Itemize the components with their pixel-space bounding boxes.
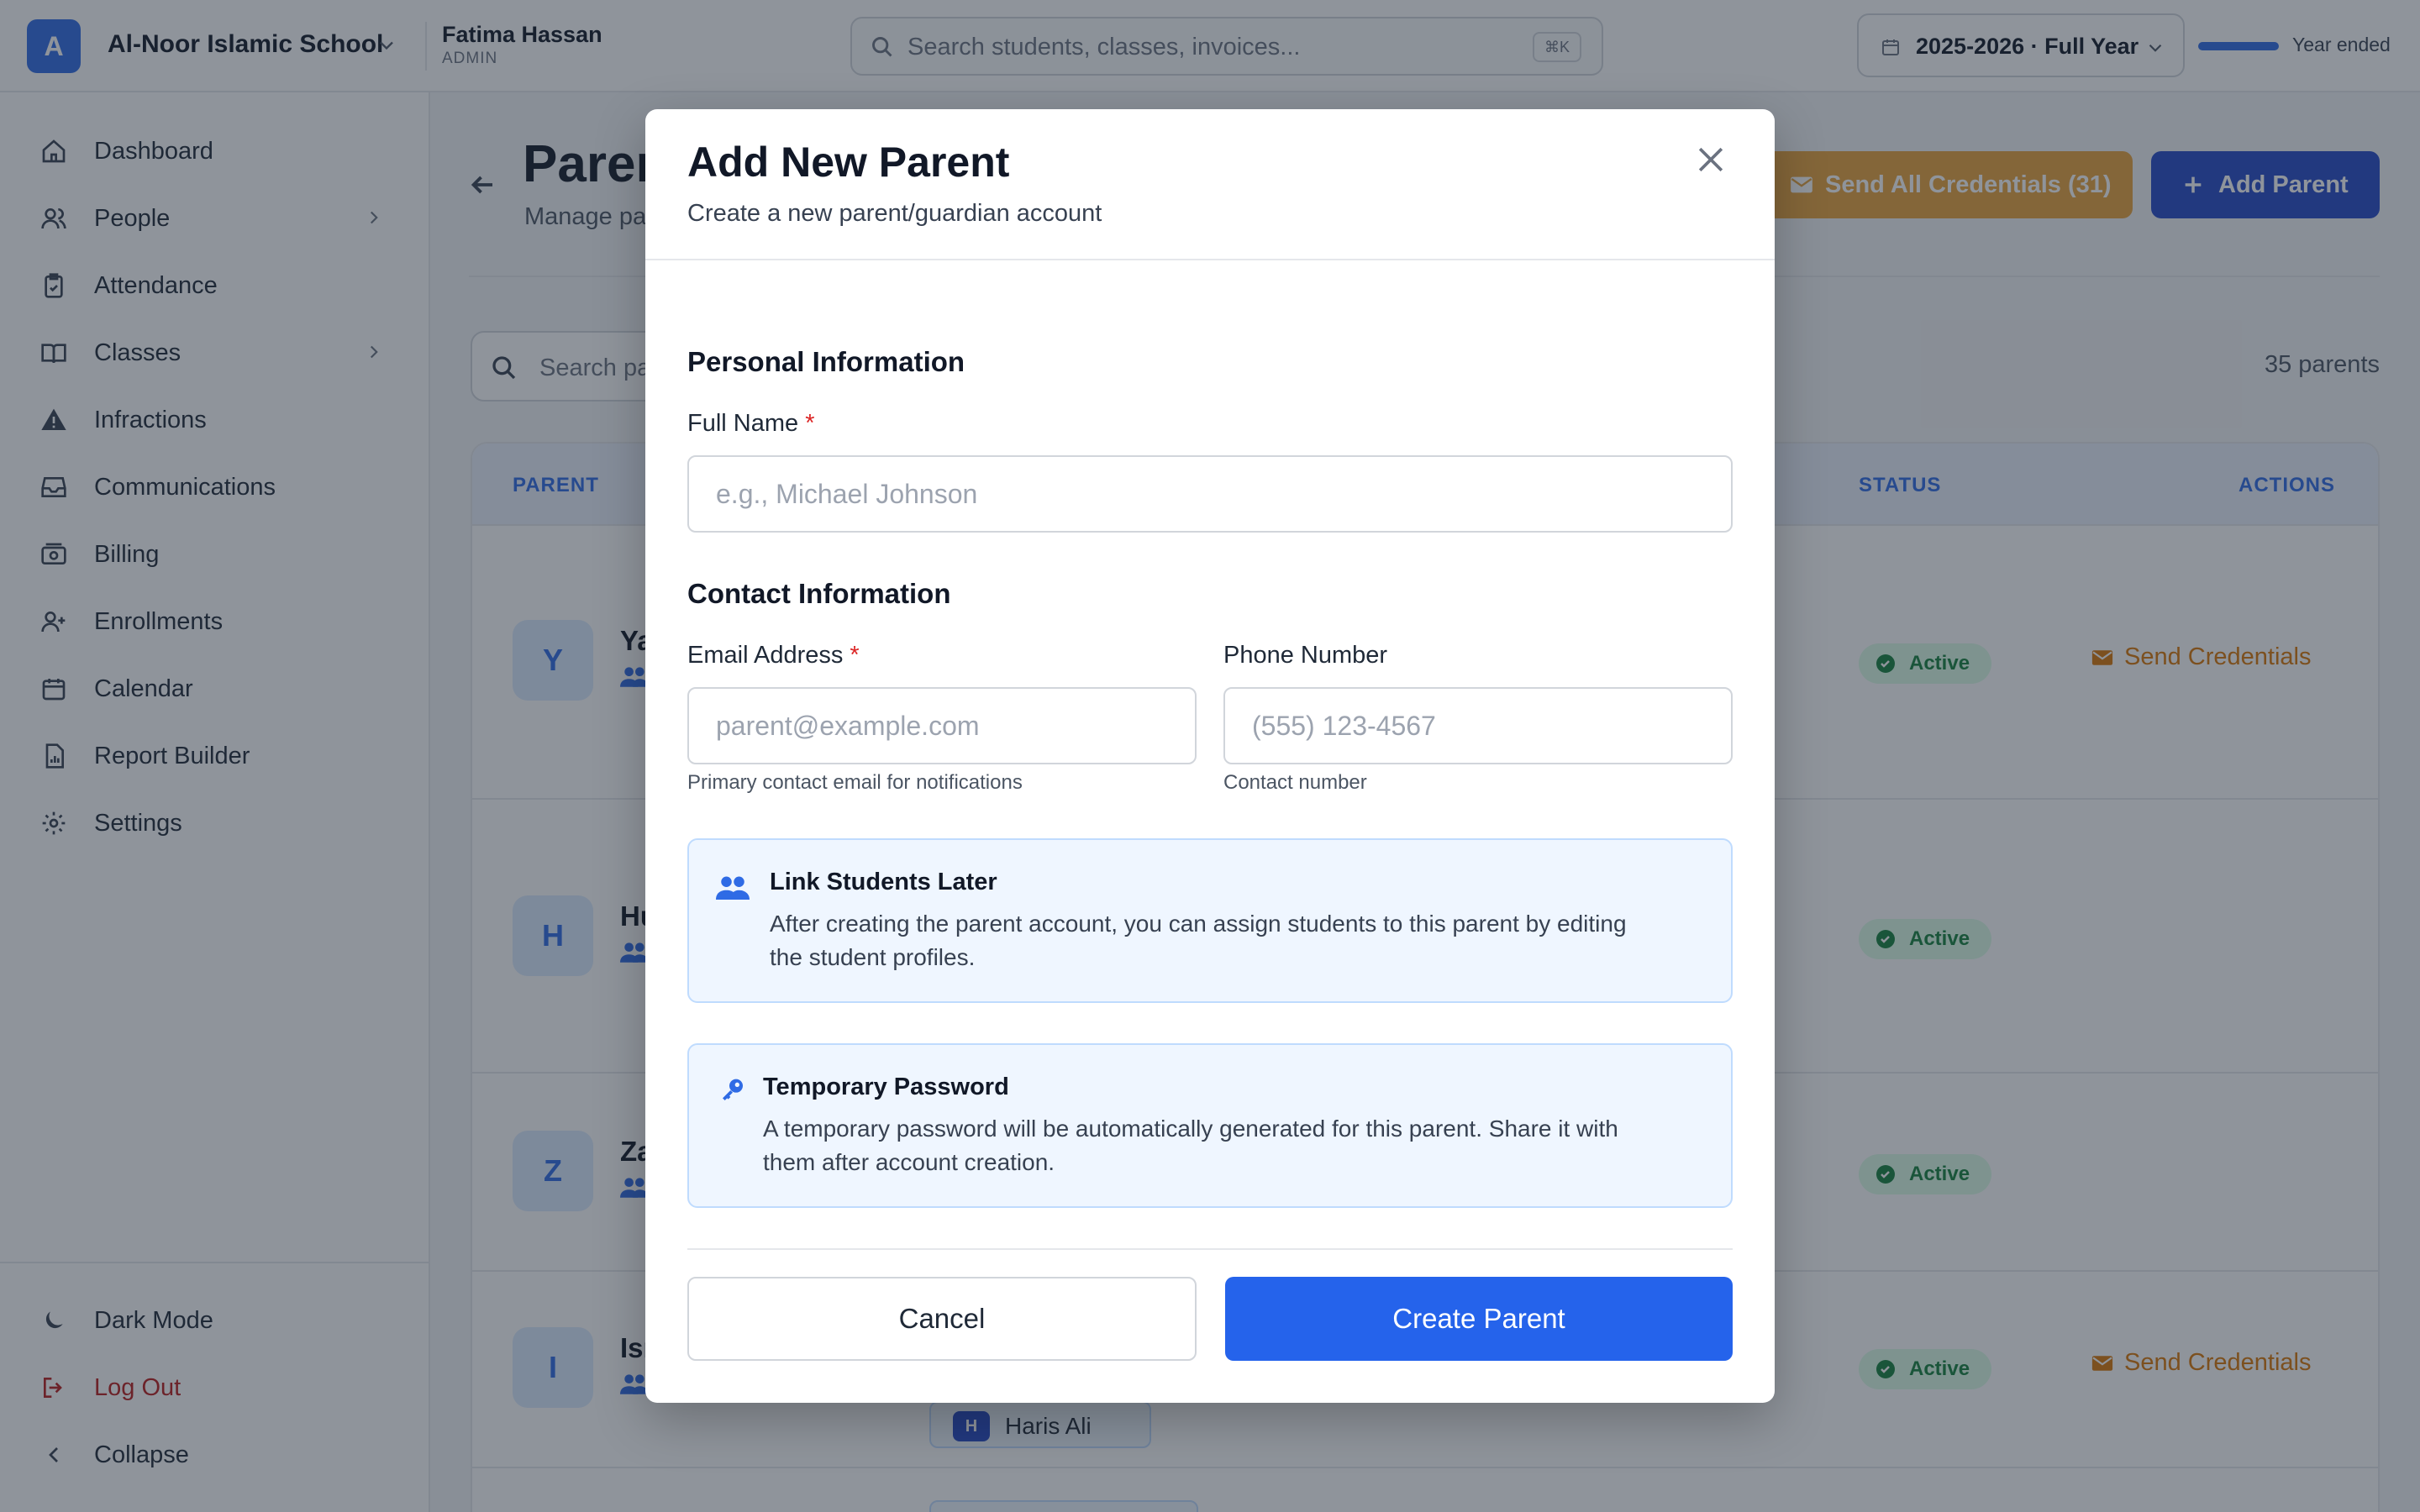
required-mark: *: [850, 642, 860, 669]
info-description-line: A temporary password will be automatical…: [763, 1116, 1618, 1142]
key-icon: [723, 1079, 743, 1100]
email-label: Email Address *: [687, 642, 860, 669]
info-description-line: the student profiles.: [770, 944, 976, 970]
link-students-info: Link Students Later After creating the p…: [687, 838, 1733, 1003]
info-title: Temporary Password: [763, 1074, 1009, 1100]
phone-help-text: Contact number: [1223, 771, 1367, 794]
info-description-line: After creating the parent account, you c…: [770, 911, 1627, 937]
phone-input[interactable]: [1223, 687, 1733, 764]
temporary-password-info: Temporary Password A temporary password …: [687, 1043, 1733, 1208]
people-icon: [716, 876, 750, 900]
add-parent-dialog: Add New Parent Create a new parent/guard…: [645, 109, 1775, 1403]
email-input[interactable]: [687, 687, 1197, 764]
full-name-label: Full Name *: [687, 410, 815, 438]
info-title: Link Students Later: [770, 869, 997, 895]
personal-info-heading: Personal Information: [687, 346, 965, 377]
email-help-text: Primary contact email for notifications: [687, 771, 1023, 794]
divider: [687, 1248, 1733, 1250]
info-description: A temporary password will be automatical…: [763, 1112, 1618, 1179]
close-icon[interactable]: [1692, 141, 1729, 178]
phone-label: Phone Number: [1223, 642, 1388, 669]
dialog-subtitle: Create a new parent/guardian account: [687, 200, 1102, 227]
info-description: After creating the parent account, you c…: [770, 907, 1627, 974]
info-description-line: them after account creation.: [763, 1149, 1055, 1175]
full-name-label-text: Full Name: [687, 410, 799, 437]
contact-info-heading: Contact Information: [687, 578, 951, 609]
divider: [645, 259, 1775, 260]
create-parent-button[interactable]: Create Parent: [1225, 1277, 1733, 1361]
required-mark: *: [805, 410, 815, 437]
full-name-input[interactable]: [687, 455, 1733, 533]
cancel-button[interactable]: Cancel: [687, 1277, 1197, 1361]
dialog-title: Add New Parent: [687, 139, 1010, 186]
email-label-text: Email Address: [687, 642, 844, 669]
